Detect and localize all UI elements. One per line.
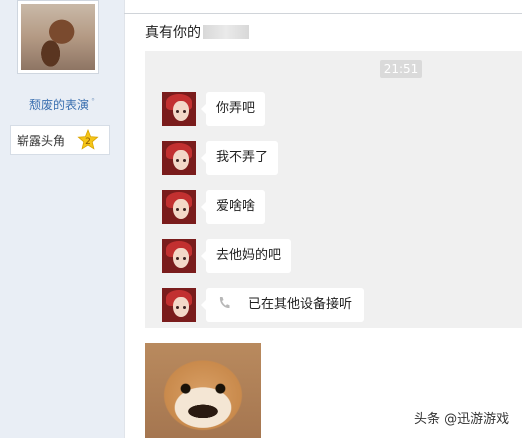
call-status-text: 已在其他设备接听 — [248, 297, 353, 312]
username-link[interactable]: 颓废的表演 ° — [0, 96, 124, 113]
contact-avatar — [162, 92, 196, 126]
gender-icon: ° — [91, 97, 95, 106]
dog-avatar-image — [21, 4, 95, 70]
username-text: 颓废的表演 — [28, 98, 89, 112]
phone-icon — [218, 290, 232, 324]
call-status-bubble: 已在其他设备接听 — [200, 288, 365, 324]
shiba-meme-image — [145, 343, 261, 438]
chat-timestamp: 21:51 — [380, 60, 422, 78]
user-sidebar: 颓废的表演 ° 崭露头角 2 — [0, 0, 125, 438]
blurred-text — [203, 25, 249, 39]
message-bubble: 我不弄了 — [200, 141, 279, 175]
contact-avatar — [162, 190, 196, 224]
rank-label: 崭露头角 — [17, 133, 66, 148]
rank-badge[interactable]: 崭露头角 2 — [10, 125, 110, 155]
contact-avatar — [162, 141, 196, 175]
message-bubble: 你弄吧 — [200, 92, 266, 126]
star-level-icon: 2 — [77, 128, 99, 151]
divider — [124, 13, 522, 14]
post-caption: 真有你的 — [145, 22, 249, 42]
contact-avatar — [162, 288, 196, 322]
star-level-number: 2 — [85, 137, 91, 147]
message-bubble: 去他妈的吧 — [200, 239, 292, 273]
caption-text: 真有你的 — [145, 25, 201, 41]
watermark: 头条 @迅游游戏 — [414, 412, 510, 427]
message-bubble: 爱啥啥 — [200, 190, 266, 224]
chat-screenshot: 21:51 你弄吧 我不弄了 爱啥啥 去他妈的吧 已在其他设备接听 — [145, 51, 522, 328]
contact-avatar — [162, 239, 196, 273]
user-avatar[interactable] — [17, 0, 99, 74]
